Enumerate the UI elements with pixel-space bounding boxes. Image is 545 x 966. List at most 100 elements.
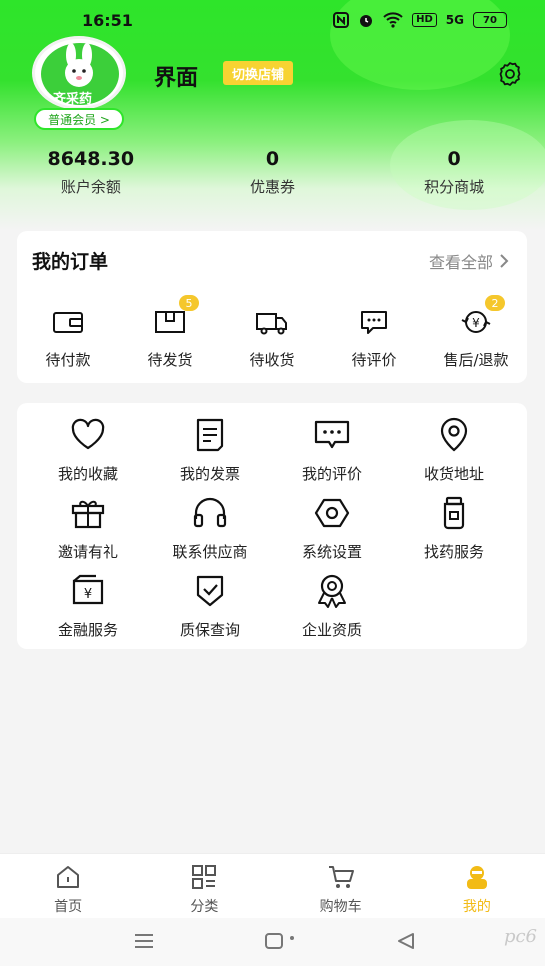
tool-label: 联系供应商 — [172, 543, 248, 561]
back-icon[interactable] — [396, 932, 416, 950]
stat-balance[interactable]: 8648.30 账户余额 — [0, 148, 182, 204]
services-card: 我的收藏 我的发票 我的评价 收货地址 邀请有礼 联系供应商 系统设置 找药服务… — [17, 403, 527, 649]
tool-favorites[interactable]: 我的收藏 — [27, 417, 149, 483]
order-label: 待评价 — [351, 351, 397, 369]
chevron-right-icon — [500, 254, 509, 268]
avatar[interactable]: 齐采药 — [32, 36, 126, 110]
tool-label: 邀请有礼 — [57, 543, 118, 561]
tool-label: 我的发票 — [179, 465, 240, 483]
tool-label: 系统设置 — [301, 543, 362, 561]
bottom-navigation: 首页 分类 购物车 我的 — [0, 853, 545, 918]
finance-icon: ¥ — [72, 574, 104, 605]
services-grid: 我的收藏 我的发票 我的评价 收货地址 邀请有礼 联系供应商 系统设置 找药服务… — [27, 417, 517, 639]
cart-icon — [328, 866, 354, 888]
signal-indicator: 5G — [445, 13, 464, 27]
view-all-orders-link[interactable]: 查看全部 — [429, 249, 509, 273]
stat-label: 积分商城 — [424, 178, 485, 196]
settings-gear-icon[interactable] — [496, 60, 524, 88]
invoice-icon — [196, 418, 224, 452]
tool-label: 企业资质 — [301, 621, 362, 639]
watermark: pc6 — [503, 926, 537, 947]
order-label: 待付款 — [45, 351, 91, 369]
battery-icon: 70 — [473, 12, 507, 28]
nav-home[interactable]: 首页 — [0, 854, 136, 918]
medicine-icon — [443, 496, 465, 530]
nav-profile[interactable]: 我的 — [409, 854, 545, 918]
home-icon — [57, 866, 80, 888]
tool-label: 我的收藏 — [57, 465, 118, 483]
tool-label: 我的评价 — [301, 465, 362, 483]
tool-label: 质保查询 — [179, 621, 240, 639]
nav-label: 首页 — [54, 899, 83, 915]
order-pending-review[interactable]: 待评价 — [323, 307, 425, 370]
nav-cart[interactable]: 购物车 — [273, 854, 409, 918]
tool-system-settings[interactable]: 系统设置 — [271, 495, 393, 561]
orders-title: 我的订单 — [32, 251, 109, 273]
award-icon — [318, 574, 346, 608]
tool-medicine-service[interactable]: 找药服务 — [393, 495, 515, 561]
tool-warranty[interactable]: 质保查询 — [149, 573, 271, 639]
system-navigation-bar — [0, 918, 545, 966]
stat-points-mall[interactable]: 0 积分商城 — [363, 148, 545, 204]
profile-section: 齐采药 普通会员 > 界面 切换店铺 — [32, 36, 521, 131]
settings-icon — [314, 498, 350, 528]
tool-invite[interactable]: 邀请有礼 — [27, 495, 149, 561]
location-icon — [440, 417, 468, 452]
headset-icon — [193, 497, 227, 528]
hd-indicator: HD — [412, 13, 437, 27]
status-bar: 16:51 HD 5G 70 — [0, 0, 545, 40]
gift-icon — [71, 500, 105, 529]
stat-label: 优惠券 — [249, 178, 295, 196]
order-pending-receipt[interactable]: 待收货 — [221, 307, 323, 370]
stat-coupons[interactable]: 0 优惠券 — [182, 148, 364, 204]
refund-icon: ¥ — [461, 311, 491, 333]
tool-label: 找药服务 — [423, 543, 484, 561]
status-icons: HD 5G 70 — [333, 12, 507, 28]
nfc-icon — [333, 12, 350, 28]
package-icon — [155, 311, 185, 333]
order-after-sales[interactable]: 2 ¥ 售后/退款 — [425, 295, 527, 370]
tool-invoices[interactable]: 我的发票 — [149, 417, 271, 483]
profile-icon — [466, 866, 487, 889]
nav-label: 购物车 — [319, 899, 362, 915]
order-status-row: 待付款 5 待发货 待收货 待评价 2 ¥ 售后/退款 — [17, 295, 527, 370]
tool-qualifications[interactable]: 企业资质 — [271, 573, 393, 639]
category-icon — [192, 865, 217, 889]
count-badge: 2 — [485, 295, 505, 311]
account-stats: 8648.30 账户余额 0 优惠券 0 积分商城 — [0, 148, 545, 204]
alarm-icon — [360, 15, 373, 27]
avatar-brand-text: 齐采药 — [53, 92, 93, 107]
tool-label: 金融服务 — [57, 621, 118, 639]
order-label: 售后/退款 — [443, 351, 509, 369]
nav-category[interactable]: 分类 — [136, 854, 272, 918]
view-all-label: 查看全部 — [428, 253, 493, 272]
tool-label: 收货地址 — [423, 465, 484, 483]
svg-text:¥: ¥ — [472, 316, 480, 330]
order-label: 待收货 — [249, 351, 295, 369]
order-label: 待发货 — [147, 351, 193, 369]
svg-text:¥: ¥ — [84, 587, 92, 602]
review-icon — [314, 420, 350, 449]
stat-value: 0 — [447, 148, 461, 170]
tool-reviews[interactable]: 我的评价 — [271, 417, 393, 483]
switch-shop-button[interactable]: 切换店铺 — [223, 61, 294, 85]
wifi-icon — [383, 12, 403, 28]
status-time: 16:51 — [82, 10, 133, 30]
order-pending-shipment[interactable]: 5 待发货 — [119, 295, 221, 370]
heart-icon — [71, 418, 105, 450]
home-button-icon[interactable] — [264, 932, 296, 950]
menu-icon[interactable] — [133, 932, 155, 950]
tool-finance[interactable]: ¥ 金融服务 — [27, 573, 149, 639]
shield-icon — [196, 575, 224, 607]
count-badge: 5 — [179, 295, 199, 311]
tool-address[interactable]: 收货地址 — [393, 417, 515, 483]
stat-value: 8648.30 — [47, 148, 135, 170]
order-pending-payment[interactable]: 待付款 — [17, 307, 119, 370]
nav-label: 我的 — [462, 899, 491, 915]
orders-card: 我的订单 查看全部 待付款 5 待发货 待收货 待评价 2 ¥ 售后/退款 — [17, 231, 527, 383]
comment-icon — [361, 311, 387, 334]
truck-icon — [256, 313, 287, 335]
member-level-badge[interactable]: 普通会员 > — [34, 108, 124, 130]
tool-contact-supplier[interactable]: 联系供应商 — [149, 495, 271, 561]
wallet-icon — [53, 312, 83, 333]
